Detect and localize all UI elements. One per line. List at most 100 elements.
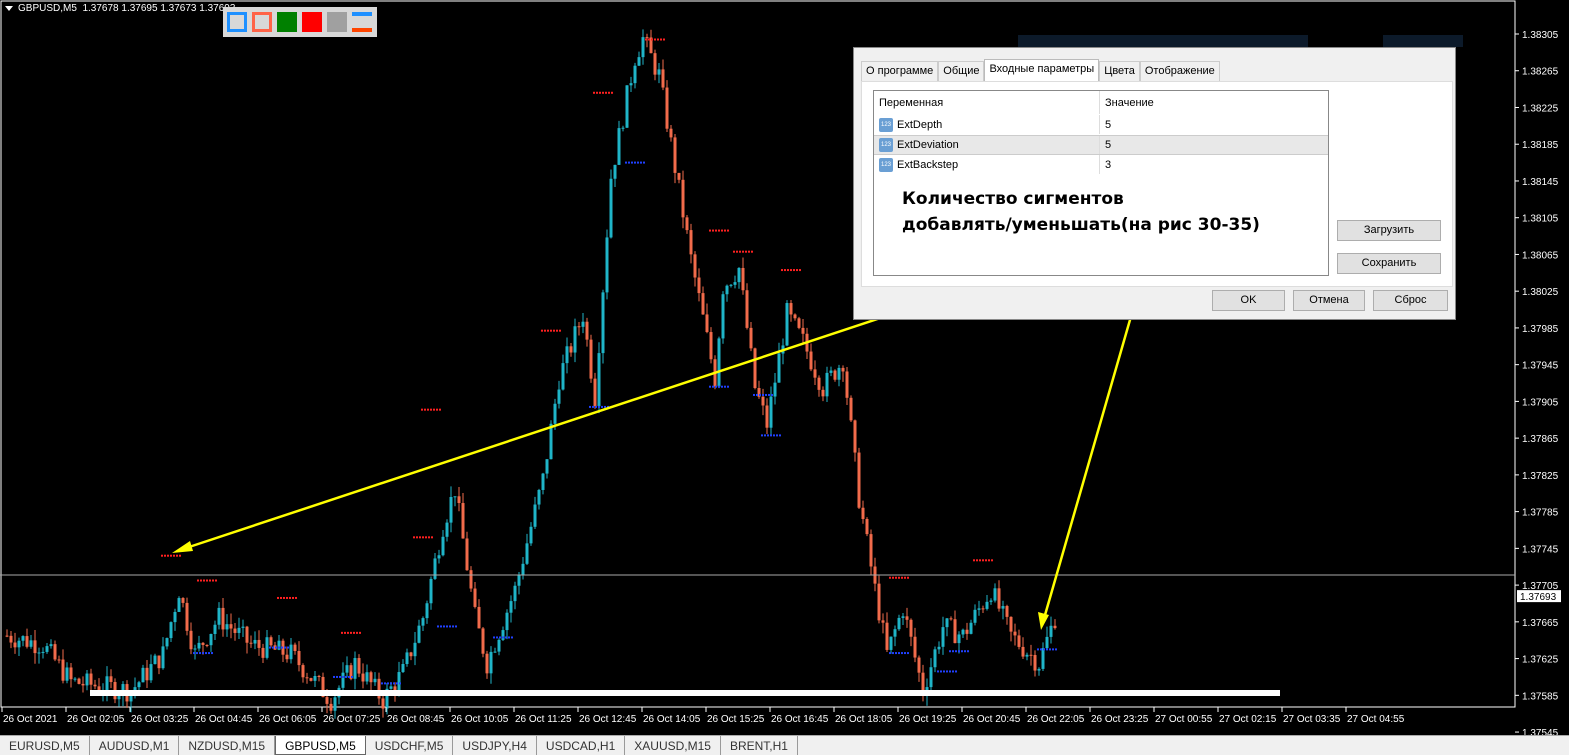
col-value[interactable]: Значение <box>1100 97 1154 109</box>
param-row[interactable]: 123 ExtDepth 5 <box>874 115 1328 135</box>
red-fill-icon[interactable] <box>302 12 322 32</box>
zigzag-high-marker <box>611 91 613 94</box>
candle-body <box>845 371 849 398</box>
candle-body <box>677 172 681 180</box>
reset-button[interactable]: Сброс <box>1373 290 1448 311</box>
candle-body <box>601 292 605 354</box>
tab-eurusd[interactable]: EURUSD,M5 <box>0 736 90 755</box>
lines-icon[interactable] <box>352 12 372 32</box>
price-label: 1.37985 <box>1522 324 1559 335</box>
zigzag-low-marker <box>284 646 286 649</box>
zigzag-low-marker <box>762 393 764 396</box>
red-frame-icon[interactable] <box>252 12 272 32</box>
candle-body <box>1009 616 1013 632</box>
candle-body <box>773 382 777 397</box>
param-name: ExtBackstep <box>897 158 959 171</box>
candle-body <box>577 326 581 328</box>
gray-fill-icon[interactable] <box>327 12 347 32</box>
zigzag-high-marker <box>428 536 430 539</box>
candle-body <box>193 648 197 650</box>
candle-body <box>397 672 401 692</box>
candle-body <box>565 346 569 364</box>
candle-body <box>769 396 773 428</box>
candle-body <box>741 267 745 291</box>
zigzag-high-marker <box>173 554 175 557</box>
candle-body <box>317 675 321 677</box>
zigzag-low-marker <box>393 682 395 685</box>
tab-common[interactable]: Общие <box>938 61 985 81</box>
candle-body <box>625 85 629 128</box>
zigzag-high-marker <box>793 269 795 272</box>
green-fill-icon[interactable] <box>277 12 297 32</box>
tab-usdjpy[interactable]: USDJPY,H4 <box>453 736 537 755</box>
scroll-bar[interactable] <box>90 690 1280 696</box>
zigzag-high-marker <box>602 91 604 94</box>
candle-body <box>157 655 161 669</box>
candle-body <box>329 703 333 711</box>
zigzag-high-marker <box>651 38 653 41</box>
candle-body <box>169 622 173 639</box>
ok-button[interactable]: OK <box>1212 290 1285 311</box>
col-variable[interactable]: Переменная <box>874 91 1100 114</box>
candle-body <box>981 608 985 610</box>
dropdown-icon[interactable] <box>5 5 13 11</box>
zigzag-low-marker <box>345 675 347 678</box>
candle-body <box>789 303 793 315</box>
zigzag-low-marker <box>598 405 600 408</box>
candle-body <box>325 697 329 704</box>
tab-gbpusd[interactable]: GBPUSD,M5 <box>275 736 366 755</box>
indicator-properties-dialog: О программе Общие Входные параметры Цвет… <box>853 47 1456 320</box>
candle-body <box>517 574 521 586</box>
zigzag-high-marker <box>289 596 291 599</box>
candle-body <box>313 675 317 681</box>
zigzag-high-marker <box>745 250 747 253</box>
candle-body <box>553 403 557 424</box>
candle-body <box>681 179 685 218</box>
candle-body <box>109 676 113 682</box>
tab-audusd[interactable]: AUDUSD,M1 <box>90 736 180 755</box>
zigzag-high-marker <box>164 554 166 557</box>
cancel-button[interactable]: Отмена <box>1293 290 1365 311</box>
param-value[interactable]: 5 <box>1100 119 1111 131</box>
zigzag-high-marker <box>359 631 361 634</box>
zigzag-high-marker <box>353 631 355 634</box>
blue-frame-icon[interactable] <box>227 12 247 32</box>
tab-colors[interactable]: Цвета <box>1099 61 1140 81</box>
zigzag-high-marker <box>892 576 894 579</box>
tab-usdcad[interactable]: USDCAD,H1 <box>537 736 626 755</box>
tab-brent[interactable]: BRENT,H1 <box>721 736 798 755</box>
param-row[interactable]: 123 ExtBackstep 3 <box>874 155 1328 175</box>
zigzag-high-marker <box>973 559 975 562</box>
zigzag-low-marker <box>1049 648 1051 651</box>
zigzag-high-marker <box>712 229 714 232</box>
candle-body <box>433 558 437 579</box>
param-value[interactable]: 3 <box>1100 159 1111 171</box>
time-label: 26 Oct 18:05 <box>835 714 893 725</box>
tab-xauusd[interactable]: XAUUSD,M15 <box>625 736 721 755</box>
zigzag-high-marker <box>212 579 214 582</box>
param-value[interactable]: 5 <box>1100 139 1111 151</box>
candle-body <box>893 629 897 637</box>
param-row[interactable]: 123 ExtDeviation 5 <box>874 135 1328 155</box>
zigzag-high-marker <box>550 329 552 332</box>
zigzag-low-marker <box>437 625 439 628</box>
zigzag-low-marker <box>761 434 763 437</box>
time-label: 26 Oct 19:25 <box>899 714 957 725</box>
tab-nzdusd[interactable]: NZDUSD,M15 <box>179 736 276 755</box>
tab-usdchf[interactable]: USDCHF,M5 <box>366 736 454 755</box>
time-label: 26 Oct 11:25 <box>515 714 572 725</box>
zigzag-high-marker <box>596 91 598 94</box>
zigzag-low-marker <box>443 625 445 628</box>
load-button[interactable]: Загрузить <box>1337 220 1441 241</box>
tab-about[interactable]: О программе <box>861 61 939 81</box>
time-label: 26 Oct 20:45 <box>963 714 1021 725</box>
zigzag-high-marker <box>161 554 163 557</box>
chart-header: GBPUSD,M5 1.37678 1.37695 1.37673 1.3769… <box>5 3 235 14</box>
integer-icon: 123 <box>879 138 893 152</box>
tab-inputs[interactable]: Входные параметры <box>984 59 1100 81</box>
candle-body <box>509 601 513 613</box>
save-button[interactable]: Сохранить <box>1337 253 1441 274</box>
tab-display[interactable]: Отображение <box>1139 61 1220 81</box>
candle-body <box>493 651 497 653</box>
candle-body <box>345 665 349 673</box>
